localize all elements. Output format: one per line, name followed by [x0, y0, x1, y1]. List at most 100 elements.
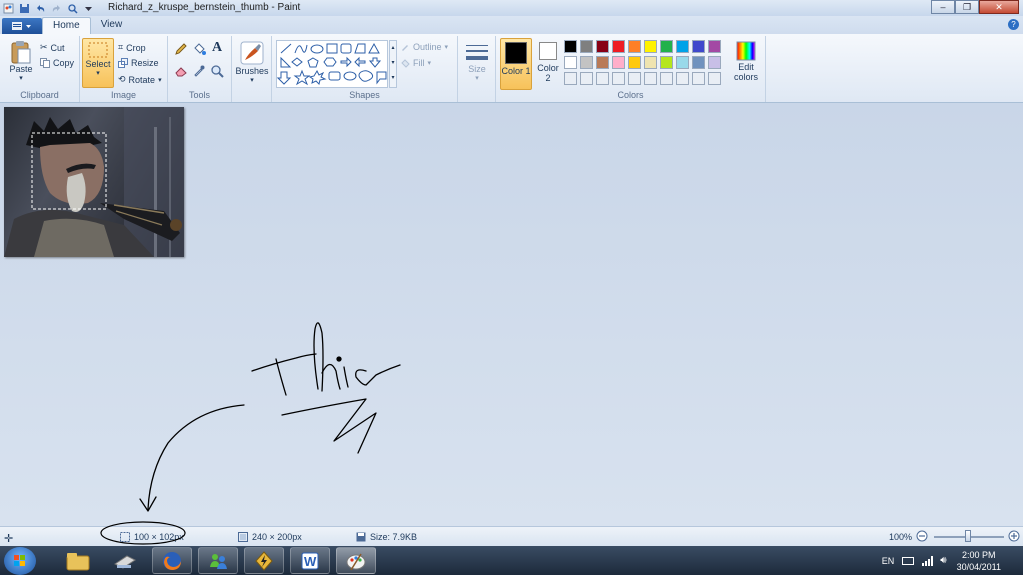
customize-qat-icon[interactable]	[82, 2, 94, 14]
taskbar-messenger[interactable]	[198, 547, 238, 574]
size-group: Size ▾	[458, 36, 496, 102]
palette-swatch[interactable]	[644, 40, 657, 53]
start-button[interactable]	[4, 547, 36, 575]
paint-menu-button[interactable]	[2, 18, 42, 34]
text-tool[interactable]: A	[212, 40, 222, 56]
close-button[interactable]: ✕	[979, 0, 1019, 14]
size-button[interactable]: Size ▾	[462, 40, 492, 82]
canvas-workspace[interactable]	[0, 103, 1023, 526]
cut-button[interactable]: ✂ Cut	[40, 42, 65, 53]
custom-color-slot[interactable]	[628, 72, 641, 85]
colors-group-label: Colors	[617, 90, 644, 100]
redo-icon[interactable]	[50, 2, 62, 14]
edit-colors-button[interactable]: Edit colors	[730, 40, 762, 82]
signal-strength-icon[interactable]	[922, 555, 934, 566]
eraser-icon	[175, 67, 187, 77]
custom-color-slot[interactable]	[596, 72, 609, 85]
custom-color-slot[interactable]	[612, 72, 625, 85]
taskbar-explorer[interactable]	[58, 547, 98, 574]
palette-swatch[interactable]	[676, 40, 689, 53]
palette-swatch[interactable]	[708, 56, 721, 69]
palette-swatch[interactable]	[692, 56, 705, 69]
file-size-text: Size: 7.9KB	[370, 532, 418, 542]
close-icon: ✕	[995, 1, 1003, 12]
palette-swatch[interactable]	[628, 56, 641, 69]
palette-swatch[interactable]	[564, 56, 577, 69]
custom-color-slot[interactable]	[708, 72, 721, 85]
custom-color-slot[interactable]	[660, 72, 673, 85]
shapes-gallery[interactable]	[276, 40, 388, 88]
text-a-icon: A	[212, 40, 223, 55]
pencil-tool[interactable]	[174, 42, 188, 56]
taskbar-word[interactable]: W	[290, 547, 330, 574]
paint-app-icon[interactable]	[2, 2, 14, 14]
image-size-text: 240 × 200px	[252, 532, 302, 542]
maximize-button[interactable]: ❐	[955, 0, 979, 14]
resize-button[interactable]: Resize	[118, 58, 159, 68]
zoom-slider-thumb[interactable]	[965, 530, 971, 542]
taskbar-firefox[interactable]	[152, 547, 192, 574]
copy-button[interactable]: Copy	[40, 58, 74, 68]
custom-color-slot[interactable]	[564, 72, 577, 85]
minimize-button[interactable]: –	[931, 0, 955, 14]
fill-tool[interactable]	[192, 42, 206, 56]
fill-button[interactable]: Fill ▾	[400, 58, 431, 68]
custom-color-slot[interactable]	[692, 72, 705, 85]
tab-home[interactable]: Home	[42, 17, 91, 34]
color1-button[interactable]: Color 1	[500, 38, 532, 90]
file-size: Size: 7.9KB	[356, 532, 417, 542]
taskbar-winamp[interactable]	[244, 547, 284, 574]
palette-swatch[interactable]	[612, 40, 625, 53]
brushes-button[interactable]: Brushes ▾	[235, 40, 269, 84]
palette-swatch[interactable]	[692, 40, 705, 53]
palette-swatch[interactable]	[564, 40, 577, 53]
save-icon[interactable]	[18, 2, 30, 14]
palette-swatch[interactable]	[660, 56, 673, 69]
shapes-group-label: Shapes	[349, 90, 380, 100]
custom-color-slot[interactable]	[580, 72, 593, 85]
zoom-out-button[interactable]	[916, 530, 928, 542]
language-indicator[interactable]: EN	[882, 556, 895, 566]
palette-swatch[interactable]	[580, 40, 593, 53]
palette-swatch[interactable]	[628, 40, 641, 53]
taskbar-network[interactable]	[104, 547, 144, 574]
magnifier-tool[interactable]	[210, 64, 224, 78]
clock[interactable]: 2:00 PM 30/04/2011	[957, 549, 1001, 573]
undo-icon[interactable]	[34, 2, 46, 14]
palette-swatch[interactable]	[644, 56, 657, 69]
edit-colors-label: Edit colors	[733, 62, 758, 82]
custom-color-slot[interactable]	[644, 72, 657, 85]
tab-view[interactable]: View	[91, 17, 133, 34]
paint-palette-icon	[346, 553, 366, 570]
palette-swatch[interactable]	[676, 56, 689, 69]
taskbar-paint[interactable]	[336, 547, 376, 574]
image-group: Select ▾ ⌗ Crop Resize ⟲ Rotate ▾ Image	[80, 36, 168, 102]
keyboard-icon[interactable]	[902, 556, 915, 566]
palette-swatch[interactable]	[708, 40, 721, 53]
color2-button[interactable]: Color 2	[534, 40, 562, 83]
color2-swatch	[539, 42, 557, 60]
windows-logo-icon	[14, 555, 25, 566]
shapes-gallery-scroll[interactable]: ▴ ▾ ▾	[389, 40, 397, 88]
outline-button[interactable]: Outline ▾	[400, 42, 448, 52]
disk-icon	[356, 532, 366, 542]
zoom-in-button[interactable]	[1008, 530, 1020, 542]
window-title: Richard_z_kruspe_bernstein_thumb - Paint	[108, 2, 301, 13]
rotate-button[interactable]: ⟲ Rotate ▾	[118, 74, 162, 85]
paste-button[interactable]: Paste ▾	[6, 40, 36, 82]
palette-swatch[interactable]	[596, 40, 609, 53]
palette-swatch[interactable]	[660, 40, 673, 53]
chevron-down-icon: ▾	[475, 75, 479, 82]
volume-icon[interactable]: 🔊︎	[940, 555, 946, 566]
select-button[interactable]: Select ▾	[82, 38, 114, 88]
eraser-tool[interactable]	[174, 64, 188, 78]
palette-swatch[interactable]	[612, 56, 625, 69]
print-preview-icon[interactable]	[66, 2, 78, 14]
palette-swatch[interactable]	[596, 56, 609, 69]
custom-color-slot[interactable]	[676, 72, 689, 85]
color-picker-tool[interactable]	[192, 64, 206, 78]
taskbar: W EN 🔊︎ 2:00 PM 30/04/2011	[0, 546, 1023, 575]
crop-button[interactable]: ⌗ Crop	[118, 42, 146, 53]
help-icon[interactable]: ?	[1008, 19, 1019, 30]
palette-swatch[interactable]	[580, 56, 593, 69]
